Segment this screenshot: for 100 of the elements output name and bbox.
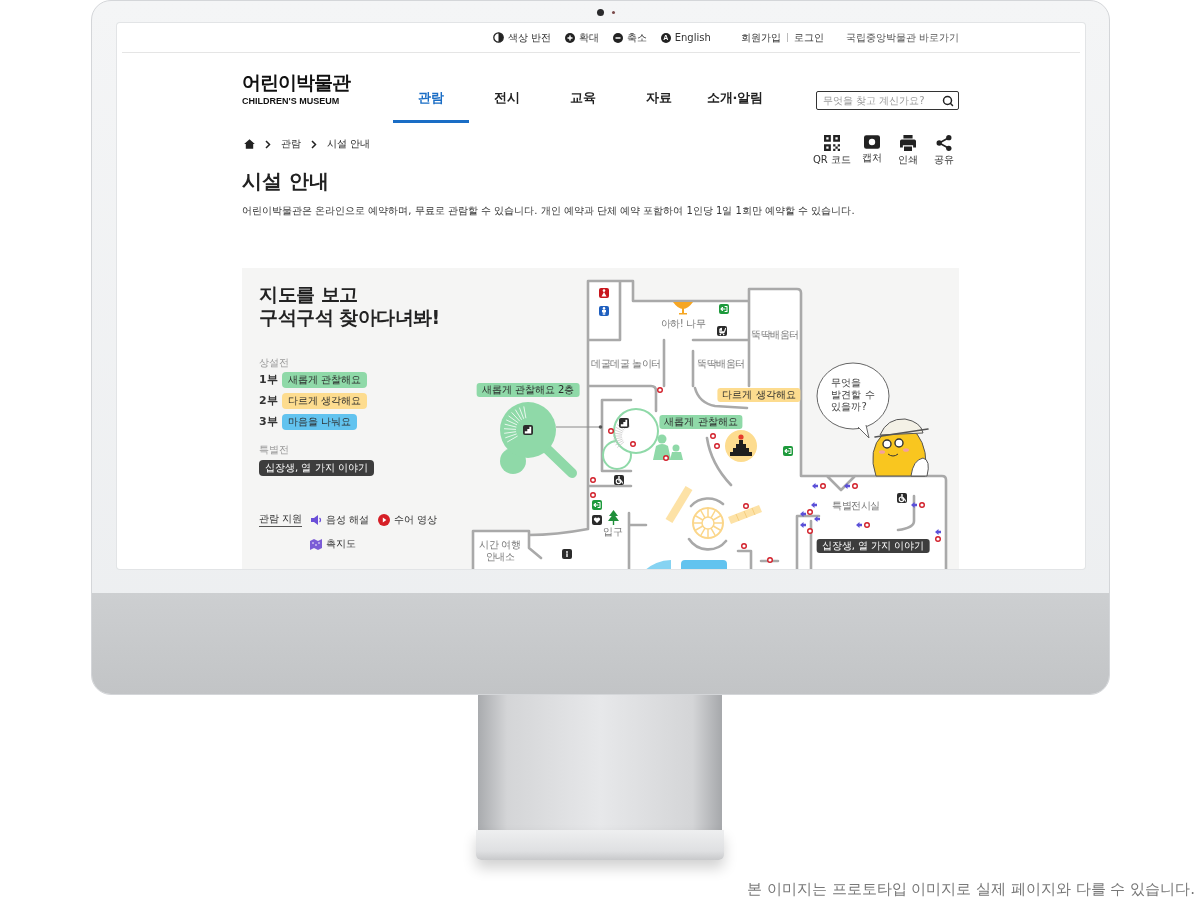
- female-restroom-icon: [599, 288, 609, 298]
- marker-dot-icon: [630, 441, 636, 447]
- mascot-drawing: [872, 418, 929, 477]
- marker-dot-icon: [657, 387, 663, 393]
- place-label: 특별전시실: [832, 500, 880, 512]
- place-label: 뚝딱배움터: [697, 358, 745, 370]
- sensor-dot-icon: [612, 10, 615, 14]
- zone-tag: 다르게 생각해요: [717, 388, 801, 402]
- home-icon[interactable]: [244, 139, 255, 149]
- external-link[interactable]: 국립중앙박물관 바로가기: [845, 30, 959, 45]
- sign-video-button[interactable]: 수어 영상: [378, 512, 438, 528]
- wheelchair-icon: [897, 493, 907, 503]
- marker-dot-icon: [852, 483, 858, 489]
- stairs-icon: [619, 418, 629, 428]
- marker-dot-icon: [590, 492, 596, 498]
- marker-dot-icon: [663, 455, 669, 461]
- logo-wordmark[interactable]: 어린이박물관: [242, 71, 350, 94]
- exhibit-tag: 마음을 나눠요: [281, 413, 357, 430]
- part-number: 3부: [259, 414, 278, 429]
- arrow-marker-icon: [800, 522, 806, 528]
- pyramid-exhibit-drawing: [725, 430, 757, 462]
- chevron-right-icon: [265, 139, 271, 149]
- plus-circle-icon: [564, 32, 575, 43]
- chevron-right-icon: [311, 139, 317, 149]
- exhibit-tag: 다르게 생각해요: [281, 392, 367, 409]
- info-icon: [562, 549, 572, 559]
- marker-dot-icon: [807, 509, 813, 515]
- speech-bubble-text: 무엇을 발견할 수 있을까?: [831, 377, 875, 413]
- zone-tag: 새롭게 관찰해요: [659, 415, 743, 429]
- logo-subtitle[interactable]: CHILDREN'S MUSEUM: [242, 96, 340, 107]
- invert-colors-button[interactable]: 색상 반전: [492, 30, 551, 45]
- nav-tab[interactable]: 소개·알림: [697, 53, 773, 123]
- marker-dot-icon: [608, 428, 614, 434]
- account-link[interactable]: 회원가입: [734, 30, 787, 45]
- qr-code-button[interactable]: QR 코드: [813, 135, 851, 166]
- place-label: 입구: [603, 526, 623, 538]
- marker-dot-icon: [919, 502, 925, 508]
- breadcrumb-link[interactable]: 관람: [281, 137, 301, 151]
- tactile-map-icon: [310, 538, 323, 550]
- disclaimer-caption: 본 이미지는 프로토타입 이미지로 실제 페이지와 다를 수 있습니다.: [747, 880, 1195, 898]
- minus-circle-icon: [612, 32, 623, 43]
- tactile-map-button[interactable]: 촉지도: [310, 536, 357, 552]
- audio-guide-button[interactable]: 음성 해설: [310, 512, 370, 528]
- part-number: 1부: [259, 372, 278, 387]
- search-icon[interactable]: [942, 94, 954, 107]
- marker-dot-icon: [864, 522, 870, 528]
- leader-line: [555, 425, 603, 429]
- marker-dot-icon: [743, 503, 749, 509]
- account-link[interactable]: 로그인: [787, 30, 830, 45]
- exit-sign-icon: [719, 304, 729, 314]
- arrow-marker-icon: [844, 483, 850, 489]
- stairs-icon: [523, 425, 533, 435]
- page-description: 어린이박물관은 온라인으로 예약하며, 무료로 관람할 수 있습니다. 개인 예약과 단체 예약 포함하여 1인당 1일 1회만 예약할 수 있습니다.: [242, 205, 856, 217]
- breadcrumb-current: 시설 안내: [327, 137, 371, 151]
- tree-icon: [608, 510, 619, 525]
- capture-button[interactable]: 캡처: [857, 135, 887, 166]
- place-label: 뚝딱배움터: [751, 329, 799, 341]
- section-label: 특별전: [259, 444, 289, 456]
- capture-icon: [864, 135, 880, 149]
- place-label: 데굴데굴 놀이터: [591, 358, 661, 370]
- contrast-icon: [492, 32, 504, 43]
- arrow-marker-icon: [856, 522, 862, 528]
- bench-exhibit-drawing: [728, 505, 762, 524]
- printer-icon: [900, 135, 916, 151]
- share-icon: [936, 135, 952, 151]
- nav-tab[interactable]: 전시: [469, 53, 545, 123]
- map-heading: 지도를 보고 구석구석 찾아다녀봐!: [259, 283, 440, 329]
- place-label: 시간 여행 안내소: [479, 539, 521, 563]
- stroller-icon: [717, 326, 727, 336]
- page-title: 시설 안내: [242, 169, 330, 193]
- marker-dot-icon: [820, 483, 826, 489]
- goblet-drawing: [673, 302, 693, 315]
- zone-tag: 십장생, 열 가지 이야기: [816, 539, 930, 553]
- qr-code-icon: [824, 135, 840, 151]
- nav-tab[interactable]: 관람: [393, 53, 469, 123]
- wheel-exhibit-drawing: [692, 507, 724, 539]
- search-field[interactable]: 무엇을 찾고 계신가요?: [816, 91, 959, 110]
- wheelchair-icon: [614, 475, 624, 485]
- share-button[interactable]: 공유: [929, 135, 959, 166]
- arrow-marker-icon: [911, 502, 917, 508]
- arrow-marker-icon: [935, 529, 941, 535]
- exit-sign-icon: [592, 500, 602, 510]
- support-label: 관람 지원: [259, 512, 303, 527]
- marker-dot-icon: [741, 543, 747, 549]
- nav-tab[interactable]: 자료: [621, 53, 697, 123]
- nav-tab[interactable]: 교육: [545, 53, 621, 123]
- part-number: 2부: [259, 393, 278, 408]
- zone-tag-shape: [681, 560, 727, 569]
- marker-dot-icon: [807, 528, 813, 534]
- exhibit-tag: 십장생, 열 가지 이야기: [259, 460, 374, 476]
- heart-icon: [592, 515, 602, 525]
- section-label: 상설전: [259, 357, 289, 369]
- print-button[interactable]: 인쇄: [893, 135, 923, 166]
- arrow-marker-icon: [800, 511, 806, 517]
- arrow-marker-icon: [814, 516, 820, 522]
- marker-dot-icon: [590, 477, 596, 483]
- zoom-out-button[interactable]: 축소: [612, 30, 647, 45]
- zoom-in-button[interactable]: 확대: [564, 30, 599, 45]
- marker-dot-icon: [710, 433, 716, 439]
- camera-dot-icon: [597, 8, 604, 16]
